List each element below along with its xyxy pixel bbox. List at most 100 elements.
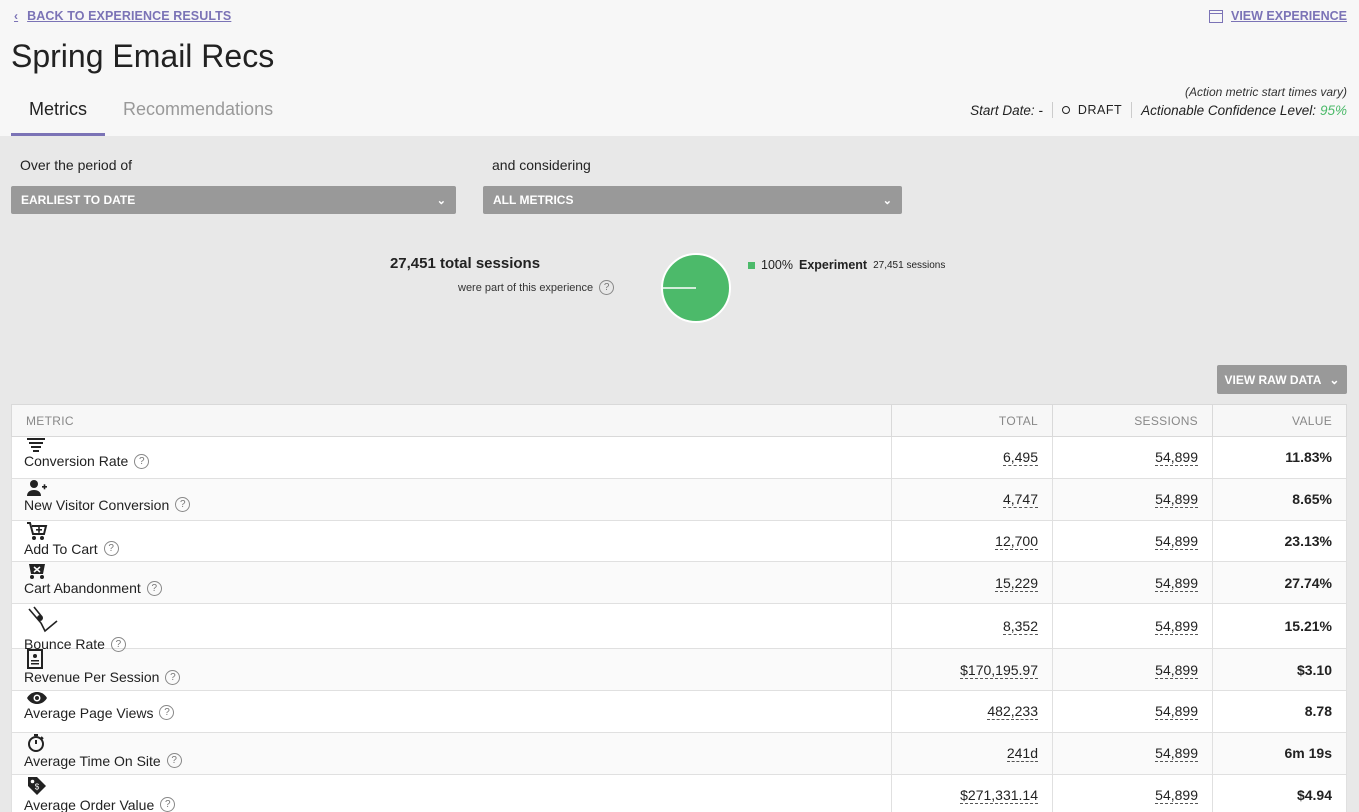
metric-name: New Visitor Conversion (24, 496, 170, 513)
metric-cell-inner: Conversion Rate? (12, 437, 891, 478)
price-tag-icon: $ (12, 775, 62, 797)
help-icon[interactable]: ? (160, 797, 176, 812)
value-cell: 11.83% (1212, 436, 1347, 479)
period-label: Over the period of (20, 157, 133, 173)
total-value[interactable]: 241d (1006, 745, 1038, 763)
total-cell: 8,352 (891, 603, 1053, 650)
help-icon[interactable]: ? (165, 669, 181, 685)
tab-metrics[interactable]: Metrics (11, 96, 105, 136)
table-row: Add To Cart? 12,700 54,899 23.13% (11, 519, 1347, 563)
total-cell: 4,747 (891, 477, 1053, 521)
total-value[interactable]: 15,229 (995, 574, 1038, 592)
total-value[interactable]: 6,495 (1002, 449, 1038, 467)
total-value[interactable]: 12,700 (995, 532, 1038, 550)
legend-sessions: 27,451 sessions (873, 259, 946, 271)
sessions-cell: 54,899 (1052, 519, 1213, 563)
column-header-total[interactable]: TOTAL (891, 404, 1053, 437)
value-cell: 8.65% (1212, 477, 1347, 521)
divider (1131, 102, 1133, 118)
metric-cell-inner: Average Page Views? (12, 691, 891, 732)
tab-recommendations[interactable]: Recommendations (105, 96, 291, 136)
value-cell: 15.21% (1212, 603, 1347, 650)
sessions-value[interactable]: 54,899 (1155, 618, 1198, 636)
metric-cell: Cart Abandonment? (11, 561, 892, 605)
metric-cell-inner: Revenue Per Session? (12, 649, 891, 690)
value-cell: 8.78 (1212, 689, 1347, 733)
metric-cell: Average Page Views? (11, 689, 892, 733)
total-cell: $271,331.14 (891, 773, 1053, 812)
metric-name: Add To Cart (24, 540, 98, 557)
total-value[interactable]: $271,331.14 (960, 786, 1038, 804)
help-icon[interactable]: ? (175, 497, 191, 513)
chevron-down-icon: ⌄ (436, 194, 446, 207)
sessions-cell: 54,899 (1052, 648, 1213, 691)
sessions-value[interactable]: 54,899 (1155, 661, 1198, 679)
header-area: ‹ BACK TO EXPERIENCE RESULTS VIEW EXPERI… (0, 0, 1359, 136)
column-header-metric[interactable]: METRIC (11, 404, 892, 437)
sessions-value[interactable]: 54,899 (1155, 786, 1198, 804)
view-raw-data-label: VIEW RAW DATA (1224, 372, 1322, 387)
sessions-value[interactable]: 54,899 (1155, 491, 1198, 509)
sessions-value[interactable]: 54,899 (1155, 574, 1198, 592)
metric-name-wrap: Add To Cart? (24, 541, 891, 557)
metrics-select[interactable]: ALL METRICS ⌄ (483, 186, 902, 214)
legend-percent: 100% (761, 258, 793, 272)
help-icon[interactable]: ? (159, 705, 175, 721)
back-link[interactable]: ‹ BACK TO EXPERIENCE RESULTS (14, 9, 231, 23)
divider (1051, 102, 1053, 118)
confidence-value: 95% (1319, 102, 1347, 118)
sessions-value[interactable]: 54,899 (1155, 703, 1198, 721)
sessions-value[interactable]: 54,899 (1155, 449, 1198, 467)
column-header-sessions[interactable]: SESSIONS (1052, 404, 1213, 437)
view-experience-link[interactable]: VIEW EXPERIENCE (1209, 9, 1347, 23)
table-row: New Visitor Conversion? 4,747 54,899 8.65% (11, 477, 1347, 521)
considering-label: and considering (492, 157, 591, 173)
metric-name: Average Page Views (24, 704, 154, 721)
help-icon[interactable]: ? (146, 580, 162, 596)
table-row: Conversion Rate? 6,495 54,899 11.83% (11, 436, 1347, 479)
table-row: Cart Abandonment? 15,229 54,899 27.74% (11, 561, 1347, 605)
legend-name: Experiment (798, 258, 868, 272)
total-value[interactable]: $170,195.97 (960, 661, 1038, 679)
total-cell: 15,229 (891, 561, 1053, 605)
table-row: Average Time On Site? 241d 54,899 6m 19s (11, 731, 1347, 775)
help-icon[interactable]: ? (103, 541, 119, 557)
metrics-select-value: ALL METRICS (493, 193, 574, 207)
start-date: Start Date: - (970, 102, 1043, 118)
metric-cell: Conversion Rate? (11, 436, 892, 479)
sessions-cell: 54,899 (1052, 561, 1213, 605)
help-icon[interactable]: ? (166, 753, 182, 769)
total-cell: 12,700 (891, 519, 1053, 563)
metric-cell: Add To Cart? (11, 519, 892, 563)
sessions-value[interactable]: 54,899 (1155, 532, 1198, 550)
help-icon[interactable]: ? (599, 280, 615, 295)
help-icon[interactable]: ? (110, 636, 126, 652)
status-circle-icon (1061, 106, 1070, 114)
metric-cell-inner: New Visitor Conversion? (12, 479, 891, 520)
total-value[interactable]: 8,352 (1002, 618, 1038, 636)
value-cell: 6m 19s (1212, 731, 1347, 775)
table-row: $ Average Order Value? $271,331.14 54,899 $4… (11, 773, 1347, 812)
experience-meta: Start Date: - DRAFT Actionable Confidenc… (970, 102, 1347, 118)
chevron-down-icon: ⌄ (1329, 372, 1340, 387)
sessions-subtitle: were part of this experience ? (458, 280, 615, 295)
sessions-value[interactable]: 54,899 (1155, 745, 1198, 763)
sessions-cell: 54,899 (1052, 731, 1213, 775)
metric-cell-inner: Average Time On Site? (12, 733, 891, 774)
metric-cell: Revenue Per Session? (11, 648, 892, 691)
help-icon[interactable]: ? (134, 453, 150, 469)
table-row: Bounce Rate? 8,352 54,899 15.21% (11, 603, 1347, 652)
total-value[interactable]: 4,747 (1002, 491, 1038, 509)
metric-name: Conversion Rate (24, 453, 129, 469)
view-raw-data-button[interactable]: VIEW RAW DATA ⌄ (1217, 365, 1347, 394)
eye-icon (12, 691, 62, 705)
period-select[interactable]: EARLIEST TO DATE ⌄ (11, 186, 456, 214)
column-header-value[interactable]: VALUE (1212, 404, 1347, 437)
period-select-value: EARLIEST TO DATE (21, 193, 136, 207)
chevron-left-icon: ‹ (14, 9, 19, 23)
table-row: Average Page Views? 482,233 54,899 8.78 (11, 689, 1347, 733)
total-cell: 6,495 (891, 436, 1053, 479)
metric-name: Average Time On Site (24, 752, 161, 769)
metric-name-wrap: New Visitor Conversion? (24, 497, 891, 513)
total-value[interactable]: 482,233 (987, 703, 1038, 721)
